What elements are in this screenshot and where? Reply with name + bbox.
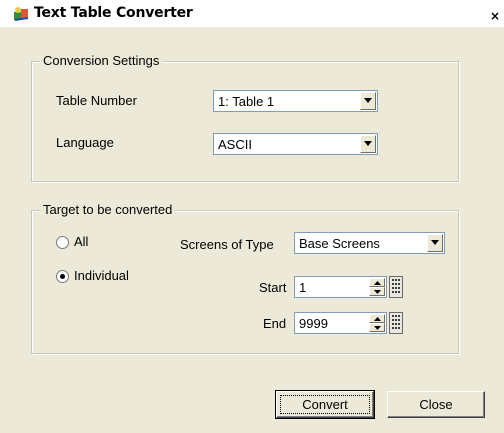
close-button[interactable]: Close [387,391,485,418]
start-label: Start [259,280,287,295]
individual-radio-label[interactable]: Individual [74,268,129,283]
individual-radio[interactable] [56,270,69,283]
spin-up-icon[interactable] [369,314,385,323]
language-value: ASCII [218,137,252,152]
all-radio-label[interactable]: All [74,234,88,249]
spin-down-icon[interactable] [369,323,385,332]
table-number-value: 1: Table 1 [218,94,275,109]
keypad-icon[interactable] [389,276,403,298]
target-legend: Target to be converted [40,202,176,217]
all-radio[interactable] [56,236,69,249]
screens-type-label: Screens of Type [180,237,274,252]
chevron-down-icon[interactable] [360,92,376,110]
spin-up-icon[interactable] [369,278,385,287]
end-value: 9999 [299,316,328,331]
radio-selected-dot [60,274,65,279]
chevron-down-icon[interactable] [360,135,376,153]
spin-down-icon[interactable] [369,287,385,296]
table-number-select[interactable]: 1: Table 1 [213,90,378,112]
start-value: 1 [299,280,307,295]
language-label: Language [56,135,114,150]
start-input[interactable]: 1 [294,276,387,298]
app-icon [13,6,30,22]
close-icon[interactable]: × [488,10,502,24]
chevron-down-icon[interactable] [427,234,443,252]
dialog-window: Text Table Converter × Conversion Settin… [0,0,504,433]
conversion-settings-group: Conversion Settings [31,53,459,182]
table-number-label: Table Number [56,93,137,108]
language-select[interactable]: ASCII [213,133,378,155]
screens-type-select[interactable]: Base Screens [294,232,445,254]
screens-type-value: Base Screens [299,236,380,251]
close-button-label: Close [419,397,453,412]
end-input[interactable]: 9999 [294,312,387,334]
end-spinner[interactable] [369,314,385,332]
end-label: End [263,316,287,331]
start-spinner[interactable] [369,278,385,296]
window-title: Text Table Converter [34,5,193,21]
title-bar[interactable]: Text Table Converter × [0,0,504,27]
focus-rect [280,395,370,414]
keypad-icon[interactable] [389,312,403,334]
convert-button[interactable]: Convert [275,390,375,419]
conversion-settings-legend: Conversion Settings [40,53,163,68]
